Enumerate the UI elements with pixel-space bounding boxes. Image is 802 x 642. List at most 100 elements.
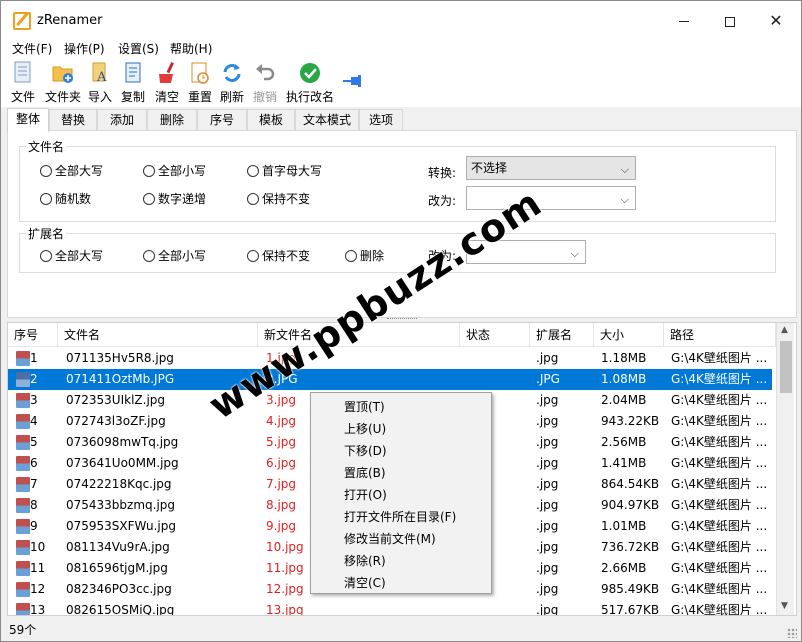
ctx-clear[interactable]: 清空(C) [344,574,386,591]
minimize-button[interactable] [661,1,707,41]
ctx-edit-file[interactable]: 修改当前文件(M) [344,530,436,547]
col-extension[interactable]: 扩展名 [530,323,594,347]
ext-lowercase-radio[interactable]: 全部小写 [143,247,206,264]
jpg-file-icon [16,351,30,366]
cell-path: G:\4K壁纸图片 ... [671,456,768,470]
cell-size: 1.01MB [601,519,647,533]
app-logo-icon [13,12,31,30]
execute-check-icon [300,63,320,83]
cell-name: 082346PO3cc.jpg [66,582,172,596]
scroll-down-icon[interactable]: ▼ [781,601,788,611]
maximize-button[interactable] [707,1,753,41]
chevron-down-icon: ⌵ [570,247,579,260]
cell-path: G:\4K壁纸图片 ... [671,603,768,616]
fn-change-label: 改为: [428,194,457,208]
cell-new: 6.jpg [266,456,297,470]
jpg-file-icon [16,540,30,555]
col-no[interactable]: 序号 [8,323,58,347]
ctx-remove[interactable]: 移除(R) [344,552,386,569]
extension-group-title: 扩展名 [26,225,67,242]
refresh-button[interactable]: 刷新 [217,59,247,105]
cell-ext: .jpg [536,519,559,533]
cell-name: 0736098mwTq.jpg [66,435,179,449]
table-row[interactable]: 13 082615OSMiQ.jpg 13.jpg .jpg 517.67KB G:\4K… [8,600,772,616]
cell-no: 2 [30,372,38,386]
scroll-up-icon[interactable]: ▲ [781,325,788,335]
tab-delete[interactable]: 删除 [147,109,197,131]
execute-rename-button[interactable]: 执行改名 [283,59,337,105]
tab-add[interactable]: 添加 [97,109,147,131]
jpg-file-icon [16,498,30,513]
cell-no: 4 [30,414,38,428]
cell-ext: .jpg [536,435,559,449]
fn-lowercase-radio[interactable]: 全部小写 [143,162,206,179]
tab-options[interactable]: 选项 [359,109,403,131]
cell-new: 4.jpg [266,414,297,428]
ctx-move-down[interactable]: 下移(D) [344,442,387,459]
menu-file[interactable]: 文件(F) [12,40,52,57]
cell-no: 5 [30,435,38,449]
import-button[interactable]: A 导入 [85,59,115,105]
list-scrollbar[interactable]: ▲ ▼ [776,323,794,615]
ext-uppercase-radio[interactable]: 全部大写 [40,247,103,264]
col-size[interactable]: 大小 [594,323,664,347]
menu-help[interactable]: 帮助(H) [170,40,212,57]
cell-no: 10 [30,540,46,554]
copy-icon [125,62,141,83]
tab-template[interactable]: 模板 [247,109,295,131]
fn-keep-radio[interactable]: 保持不变 [247,190,310,207]
close-icon: ✕ [769,11,783,30]
jpg-file-icon [16,582,30,597]
cell-no: 7 [30,477,38,491]
toolbar: 文件 文件夹 A 导入 复制 清空 重置 刷新 撤销 执行改名 [1,59,801,107]
fn-uppercase-radio[interactable]: 全部大写 [40,162,103,179]
file-button[interactable]: 文件 [7,59,39,105]
cell-no: 3 [30,393,38,407]
col-status[interactable]: 状态 [460,323,530,347]
reset-button[interactable]: 重置 [184,59,216,105]
clear-button[interactable]: 清空 [151,59,183,105]
undo-button[interactable]: 撤销 [249,59,281,105]
fn-increment-radio[interactable]: 数字递增 [143,190,206,207]
title-bar: zRenamer ✕ [1,1,801,41]
menu-operation[interactable]: 操作(P) [64,40,105,57]
tab-overall[interactable]: 整体 [7,108,49,132]
cell-no: 8 [30,498,38,512]
cell-new: 13.jpg [266,603,304,616]
fn-capitalize-radio[interactable]: 首字母大写 [247,162,322,179]
cell-path: G:\4K壁纸图片 ... [671,498,768,512]
col-path[interactable]: 路径 [664,323,776,347]
cell-no: 13 [30,603,46,616]
ctx-move-up[interactable]: 上移(U) [344,420,386,437]
scroll-thumb[interactable] [780,341,792,393]
ctx-open[interactable]: 打开(O) [344,486,387,503]
ctx-move-bottom[interactable]: 置底(B) [344,464,386,481]
close-button[interactable]: ✕ [753,1,799,41]
ctx-open-folder[interactable]: 打开文件所在目录(F) [344,508,456,525]
tab-text-mode[interactable]: 文本模式 [295,109,359,131]
tab-sequence[interactable]: 序号 [197,109,247,131]
table-row[interactable]: 2 071411OztMb.JPG 2.JPG .JPG 1.08MB G:\4K壁纸图片… [8,369,772,390]
cell-path: G:\4K壁纸图片 ... [671,351,768,365]
ext-delete-radio[interactable]: 删除 [345,247,384,264]
import-icon: A [92,62,107,85]
resize-grip-icon[interactable] [787,628,797,638]
ext-keep-radio[interactable]: 保持不变 [247,247,310,264]
ctx-move-top[interactable]: 置顶(T) [344,398,385,415]
app-window: zRenamer ✕ 文件(F) 操作(P) 设置(S) 帮助(H) 文件 文件… [0,0,802,642]
cell-name: 072353UIklZ.jpg [66,393,166,407]
tab-replace[interactable]: 替换 [49,109,97,131]
folder-button[interactable]: 文件夹 [41,59,85,105]
fn-random-radio[interactable]: 随机数 [40,190,91,207]
status-bar: 59个 [1,618,801,641]
cell-size: 904.97KB [601,498,660,512]
cell-size: 1.18MB [601,351,647,365]
menu-settings[interactable]: 设置(S) [118,40,159,57]
copy-button[interactable]: 复制 [117,59,149,105]
convert-select[interactable]: 不选择 ⌵ [466,156,636,180]
col-filename[interactable]: 文件名 [58,323,258,347]
pin-icon[interactable] [341,73,365,89]
cell-size: 517.67KB [601,603,660,616]
table-row[interactable]: 1 071135Hv5R8.jpg 1.jpg .jpg 1.18MB G:\4K壁纸图片… [8,348,772,369]
cell-size: 2.56MB [601,435,647,449]
